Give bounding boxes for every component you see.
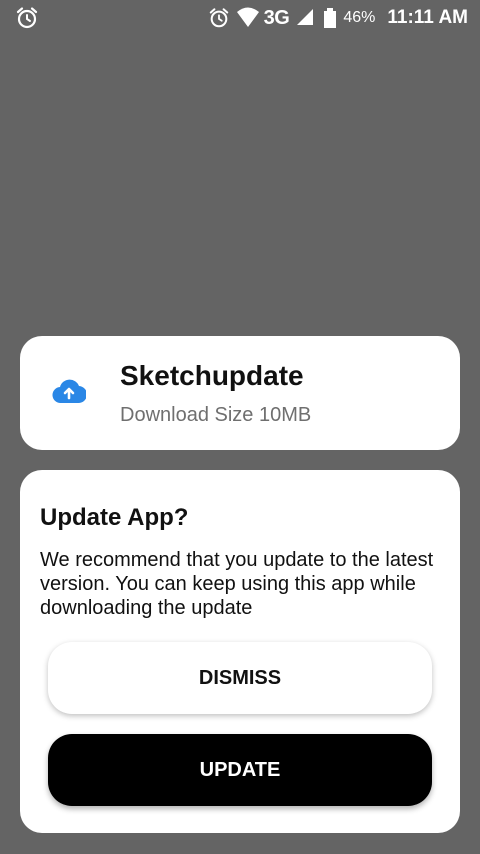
app-info-card: Sketchupdate Download Size 10MB [20, 336, 460, 450]
alarm-icon [208, 7, 230, 29]
update-button[interactable]: UPDATE [48, 734, 432, 806]
wifi-icon [236, 7, 259, 29]
screen: 3G 46% 11:11 AM Sketchupdate Download Si… [0, 0, 480, 854]
dialog-title: Update App? [40, 504, 189, 531]
app-name: Sketchupdate [120, 360, 304, 391]
status-icons: 3G 46% 11:11 AM [208, 4, 468, 32]
battery-icon [323, 7, 337, 29]
network-type-label: 3G [263, 6, 290, 29]
clock: 11:11 AM [387, 7, 468, 28]
signal-icon [295, 7, 317, 29]
cloud-upload-icon [52, 378, 88, 404]
dismiss-button[interactable]: DISMISS [48, 642, 432, 714]
dialog-message: We recommend that you update to the late… [40, 549, 434, 619]
update-dialog: Update App? We recommend that you update… [20, 470, 460, 833]
status-bar: 3G 46% 11:11 AM [0, 0, 480, 36]
download-size: Download Size 10MB [120, 404, 312, 426]
alarm-icon [15, 6, 39, 30]
battery-percent: 46% [343, 9, 376, 26]
